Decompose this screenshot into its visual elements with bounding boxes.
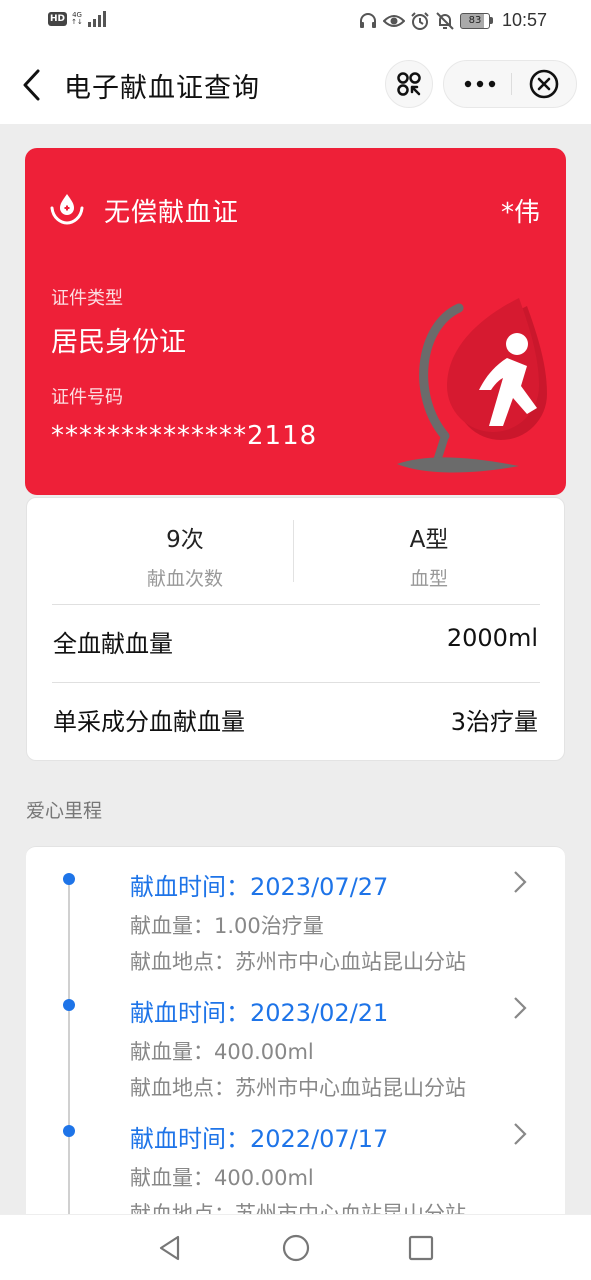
whole-blood-label: 全血献血量	[53, 630, 173, 658]
apheresis-value: 3治疗量	[450, 708, 538, 736]
hd-badge: HD	[48, 12, 68, 26]
donor-name: *伟	[500, 198, 540, 228]
timeline-dot	[63, 873, 75, 885]
id-type-value: 居民身份证	[51, 327, 186, 358]
nav-home-icon[interactable]	[281, 1233, 311, 1263]
chevron-right-icon	[514, 997, 527, 1019]
eye-icon	[382, 14, 405, 27]
divider	[52, 682, 540, 683]
scan-button[interactable]	[385, 60, 433, 108]
system-nav-bar	[0, 1214, 591, 1280]
donation-count-value: 9次	[166, 527, 204, 553]
blood-type-label: 血型	[409, 568, 448, 590]
section-title: 爱心里程	[26, 800, 103, 822]
donation-count-label: 献血次数	[146, 568, 223, 590]
headphones-icon	[359, 12, 376, 28]
battery-icon: 83	[459, 12, 493, 29]
nav-recents-icon[interactable]	[406, 1233, 436, 1263]
status-left: HD 4G ↑↓	[48, 11, 107, 27]
card-title: 无偿献血证	[104, 198, 240, 228]
donation-place: 献血地点：苏州市中心血站昆山分站	[130, 950, 466, 974]
alarm-icon	[411, 11, 429, 30]
menu-capsule	[443, 60, 577, 108]
timeline-dot	[63, 1125, 75, 1137]
page-title: 电子献血证查询	[64, 73, 260, 104]
id-number-label: 证件号码	[51, 387, 123, 408]
whole-blood-value: 2000ml	[446, 624, 538, 652]
chevron-right-icon	[514, 871, 527, 893]
blood-drop-emblem-icon	[397, 298, 547, 473]
back-arrow-icon[interactable]	[20, 68, 46, 102]
donation-place: 献血地点：苏州市中心血站昆山分站	[130, 1076, 466, 1100]
status-right: 83 10:57	[358, 10, 547, 31]
timeline-dot	[63, 999, 75, 1011]
donation-history-list: 献血时间：2023/07/27 献血量：1.00治疗量 献血地点：苏州市中心血站…	[26, 846, 565, 1246]
donation-count: 9次 献血次数	[85, 520, 285, 591]
donation-amount: 献血量：1.00治疗量	[130, 914, 324, 938]
donation-amount: 献血量：400.00ml	[130, 1166, 314, 1190]
close-button[interactable]	[514, 61, 576, 107]
signal-icon	[88, 11, 107, 27]
donation-stats-card: 9次 献血次数 A型 血型 全血献血量 2000ml 单采成分血献血量 3治疗量	[26, 497, 565, 761]
scan-icon	[397, 72, 421, 96]
chevron-right-icon	[514, 1123, 527, 1145]
close-icon	[529, 69, 559, 99]
status-bar: HD 4G ↑↓ 83 10:57	[0, 0, 591, 46]
id-type-label: 证件类型	[51, 288, 123, 309]
blood-donation-logo-icon	[50, 194, 84, 225]
nav-bar: 电子献血证查询	[0, 46, 591, 124]
list-item[interactable]: 献血时间：2023/07/27 献血量：1.00治疗量 献血地点：苏州市中心血站…	[26, 847, 565, 974]
blood-type-value: A型	[409, 527, 449, 553]
list-item[interactable]: 献血时间：2022/07/17 献血量：400.00ml 献血地点：苏州市中心血…	[26, 1099, 565, 1226]
list-item[interactable]: 献血时间：2023/02/21 献血量：400.00ml 献血地点：苏州市中心血…	[26, 973, 565, 1100]
network-indicator: 4G ↑↓	[71, 11, 83, 26]
donation-date: 献血时间：2023/02/21	[130, 999, 389, 1027]
blood-type: A型 血型	[329, 520, 529, 591]
donation-amount: 献血量：400.00ml	[130, 1040, 314, 1064]
more-button[interactable]	[444, 61, 514, 107]
more-icon	[464, 80, 496, 88]
clock: 10:57	[501, 10, 547, 30]
divider	[52, 604, 540, 605]
mute-bell-icon	[436, 11, 454, 30]
donor-card: 无偿献血证 *伟 证件类型 居民身份证 证件号码 **************2…	[25, 148, 566, 495]
donation-date: 献血时间：2022/07/17	[130, 1125, 389, 1153]
apheresis-label: 单采成分血献血量	[53, 708, 245, 736]
id-number-value: **************2118	[51, 421, 318, 451]
donation-date: 献血时间：2023/07/27	[130, 873, 389, 901]
nav-back-icon[interactable]	[155, 1233, 185, 1263]
stats-divider	[293, 520, 294, 582]
capsule-divider	[511, 73, 512, 95]
